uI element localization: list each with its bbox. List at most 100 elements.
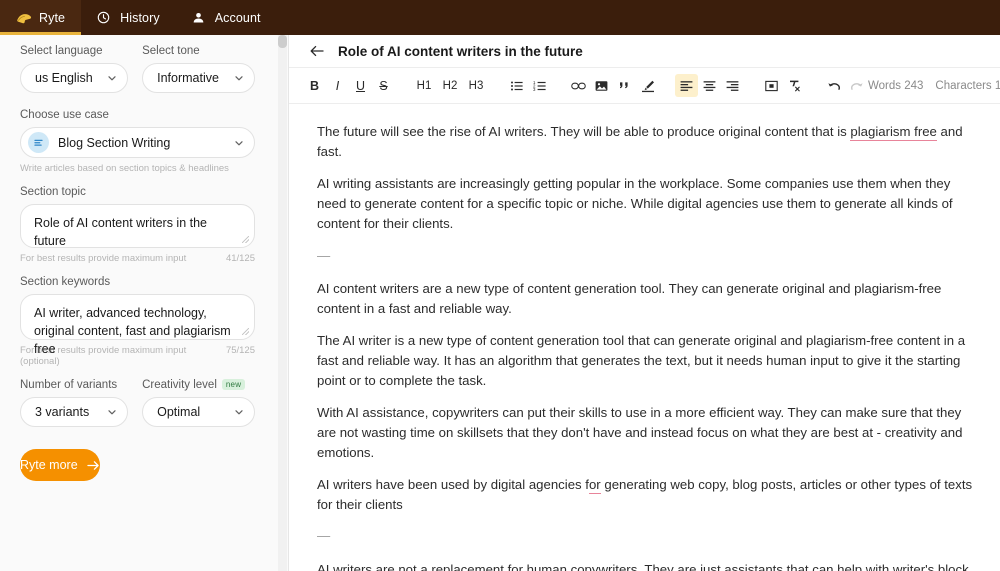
numbered-list-button[interactable]: 1 2 3	[528, 74, 551, 97]
nav-tab-account[interactable]: Account	[176, 0, 277, 35]
clear-format-icon	[788, 79, 801, 92]
underline-label: U	[355, 78, 366, 93]
heading2-label: H2	[442, 79, 458, 92]
page-title: Role of AI content writers in the future	[338, 43, 583, 59]
top-navigation-bar: Ryte History Account	[0, 0, 1000, 35]
undo-icon	[827, 80, 841, 92]
section-topic-input[interactable]: Role of AI content writers in the future	[20, 204, 255, 248]
use-case-helper-row: Write articles based on section topics &…	[20, 163, 255, 174]
creativity-label: Creativity level	[142, 379, 217, 391]
history-clock-icon	[97, 11, 114, 25]
heading3-label: H3	[468, 79, 484, 92]
align-right-button[interactable]	[721, 74, 744, 97]
nav-tab-ryte[interactable]: Ryte	[0, 0, 82, 35]
highlight-button[interactable]	[636, 74, 659, 97]
redo-icon	[850, 80, 864, 92]
blog-section-icon	[28, 132, 49, 153]
section-keywords-input[interactable]: AI writer, advanced technology, original…	[20, 294, 255, 356]
undo-button[interactable]	[822, 74, 845, 97]
character-count-label: Characters	[935, 79, 992, 92]
bullet-list-icon	[510, 79, 524, 93]
section-topic-helper-text: For best results provide maximum input	[20, 253, 187, 264]
align-left-button[interactable]	[675, 74, 698, 97]
word-count-value: 243	[904, 79, 924, 92]
sidebar-scrollbar-track[interactable]	[278, 35, 287, 571]
account-person-icon	[192, 11, 209, 25]
word-count-label: Words	[868, 79, 902, 92]
tone-select[interactable]: Informative	[142, 63, 255, 93]
creativity-new-badge: new	[221, 379, 246, 391]
heading1-label: H1	[416, 79, 432, 92]
settings-sidebar: Select language us English Select tone I…	[0, 35, 289, 571]
numbered-list-icon: 1 2 3	[533, 79, 547, 93]
align-right-icon	[726, 80, 739, 92]
embed-icon	[765, 80, 778, 92]
chevron-down-icon	[234, 73, 244, 83]
character-count-value: 1	[994, 79, 1000, 92]
section-keywords-label: Section keywords	[20, 276, 111, 288]
language-select[interactable]: us English	[20, 63, 129, 93]
use-case-select[interactable]: Blog Section Writing	[20, 127, 255, 158]
ryte-more-button[interactable]: Ryte more	[20, 449, 100, 481]
svg-text:3: 3	[533, 87, 536, 92]
use-case-value: Blog Section Writing	[58, 135, 171, 150]
document-stats: Words 243 Characters 1	[868, 80, 1000, 92]
strikethrough-button[interactable]: S	[372, 74, 395, 97]
tone-field-group: Select tone Informative	[142, 45, 255, 93]
document-content[interactable]: The future will see the rise of AI write…	[289, 104, 1000, 571]
word-count: Words 243	[868, 80, 923, 92]
creativity-select[interactable]: Optimal	[142, 397, 255, 427]
embed-button[interactable]	[760, 74, 783, 97]
redo-button[interactable]	[845, 74, 868, 97]
paragraph-separator: —	[317, 528, 331, 544]
chevron-down-icon	[234, 138, 244, 148]
image-button[interactable]	[590, 74, 613, 97]
variants-creativity-row: Number of variants 3 variants Creativity…	[20, 379, 255, 427]
heading3-button[interactable]: H3	[463, 74, 489, 97]
bold-button[interactable]: B	[303, 74, 326, 97]
document-paragraph: AI writers have been used by digital age…	[317, 476, 973, 512]
quote-button[interactable]	[613, 74, 636, 97]
link-icon	[571, 80, 586, 92]
creativity-label-row: Creativity level new	[142, 379, 255, 391]
character-count: Characters 1	[935, 80, 1000, 92]
align-center-button[interactable]	[698, 74, 721, 97]
variants-select[interactable]: 3 variants	[20, 397, 129, 427]
language-value: us English	[35, 71, 93, 85]
section-topic-field-group: Section topic Role of AI content writers…	[20, 186, 255, 264]
variants-value: 3 variants	[35, 405, 90, 419]
section-keywords-counter: 75/125	[225, 345, 255, 356]
heading1-button[interactable]: H1	[411, 74, 437, 97]
bullet-list-button[interactable]	[505, 74, 528, 97]
use-case-label: Choose use case	[20, 109, 109, 121]
back-arrow-icon[interactable]	[309, 43, 325, 59]
spellcheck-error-text: or	[588, 476, 601, 494]
tone-label: Select tone	[142, 45, 200, 57]
section-topic-helper-row: For best results provide maximum input 4…	[20, 253, 255, 264]
underline-button[interactable]: U	[349, 74, 372, 97]
document-paragraph: AI writing assistants are increasingly g…	[317, 175, 953, 232]
chevron-down-icon	[234, 407, 244, 417]
creativity-value: Optimal	[157, 405, 201, 419]
paragraph-separator: —	[317, 247, 331, 263]
spellcheck-error-text: plagiarism free	[850, 124, 937, 141]
nav-tab-account-label: Account	[214, 10, 261, 25]
link-button[interactable]	[567, 74, 590, 97]
nav-tab-history[interactable]: History	[81, 0, 176, 35]
italic-button[interactable]: I	[326, 74, 349, 97]
main-body: Select language us English Select tone I…	[0, 35, 1000, 571]
chevron-down-icon	[107, 73, 117, 83]
clear-format-button[interactable]	[783, 74, 806, 97]
quote-icon	[618, 80, 631, 92]
sidebar-scrollbar-thumb[interactable]	[278, 35, 287, 48]
document-paragraph: The AI writer is a new type of content g…	[317, 332, 966, 389]
ryte-logo-icon	[16, 11, 33, 25]
ryte-more-label: Ryte more	[20, 458, 78, 472]
formatting-toolbar: B I U S H1 H2 H3 1 2 3 Words 243 Charact…	[289, 68, 1000, 104]
section-keywords-field-group: Section keywords AI writer, advanced tec…	[20, 276, 255, 367]
editor-panel: Role of AI content writers in the future…	[289, 35, 1000, 571]
document-paragraph: With AI assistance, copywriters can put …	[317, 404, 963, 461]
heading2-button[interactable]: H2	[437, 74, 463, 97]
use-case-helper-text: Write articles based on section topics &…	[20, 163, 229, 174]
language-label: Select language	[20, 45, 103, 57]
